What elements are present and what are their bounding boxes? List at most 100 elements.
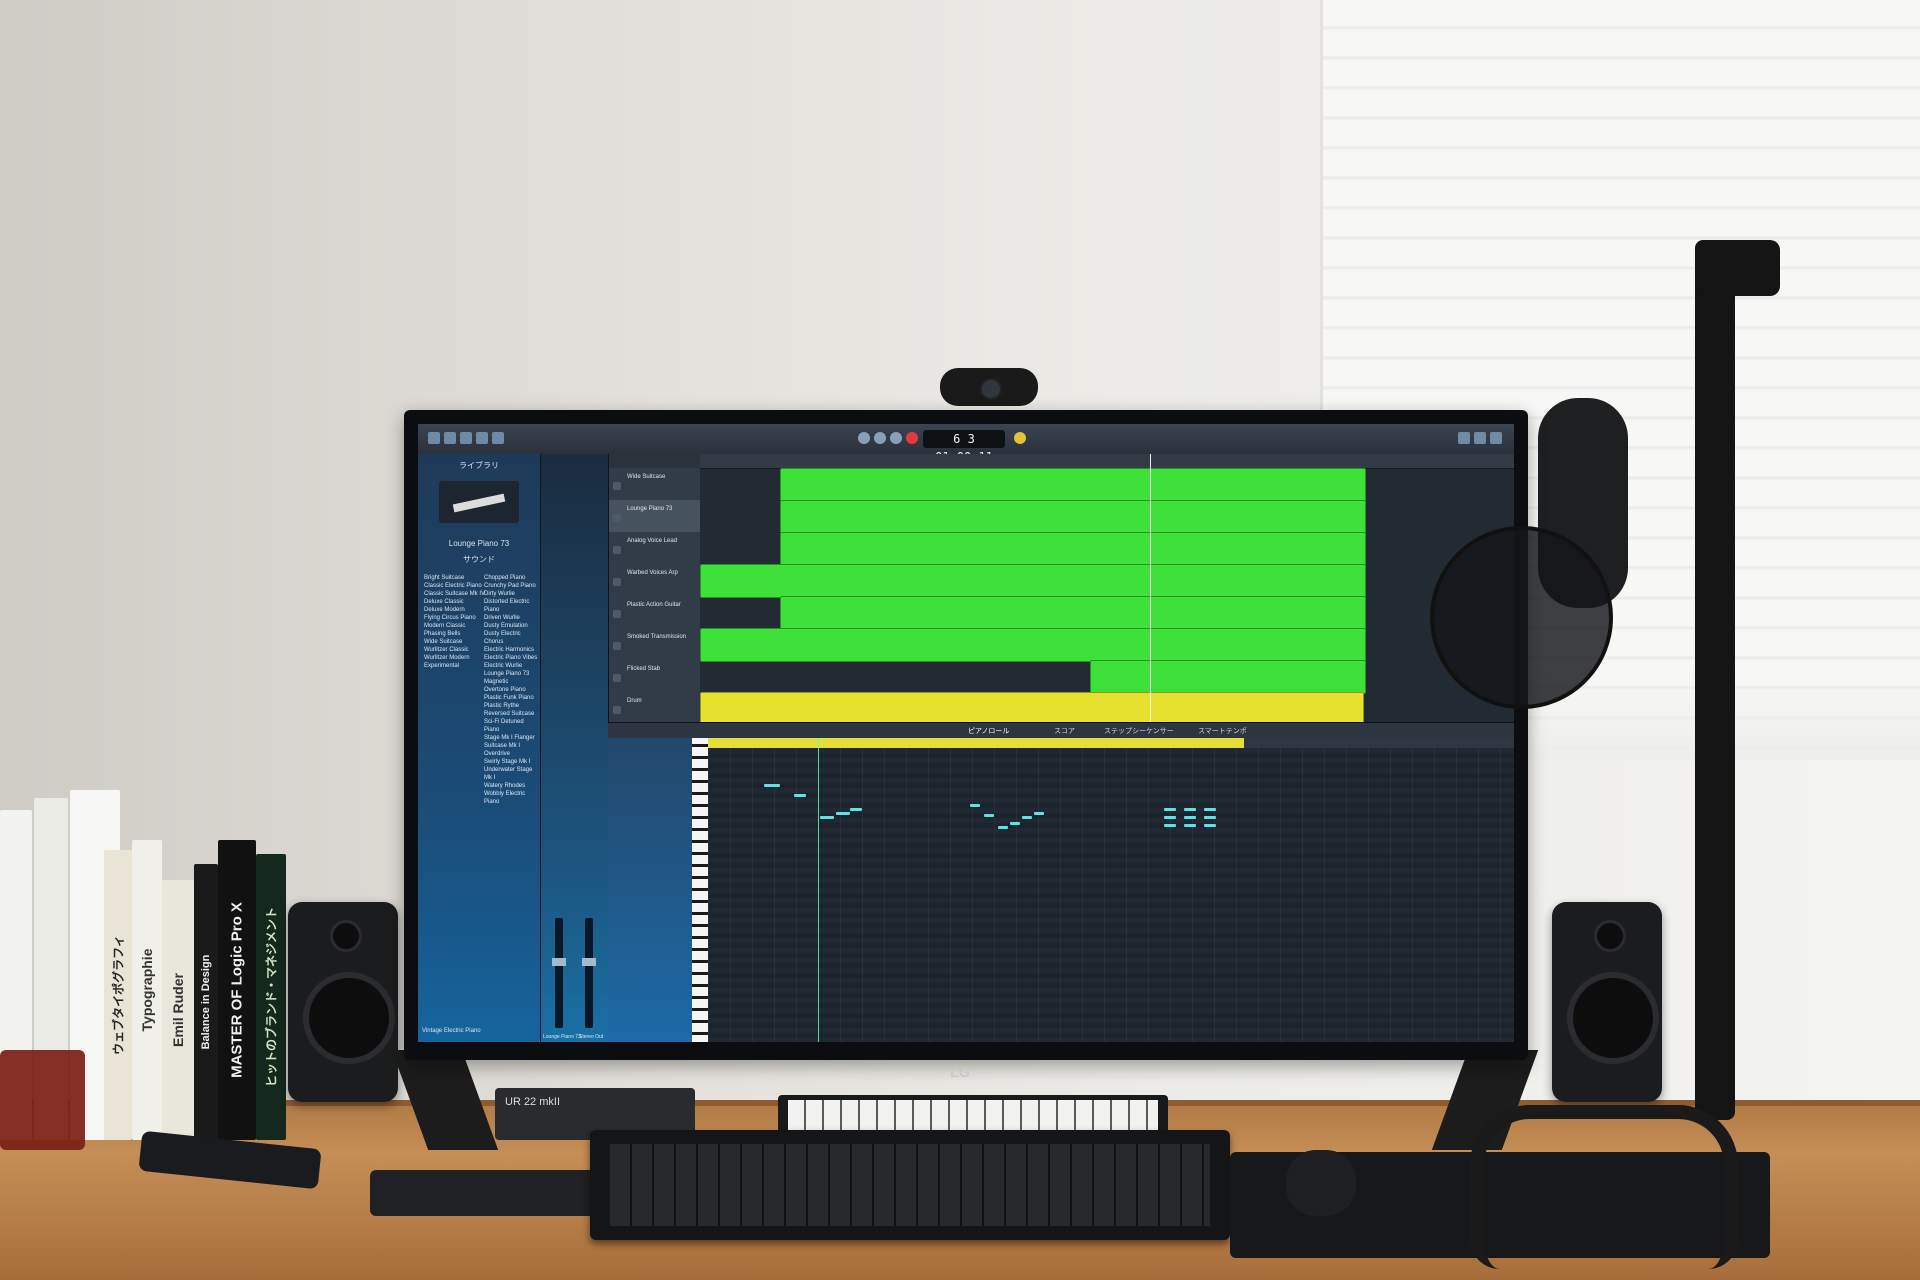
library-patch[interactable]: Swirly Stage Mk I	[484, 758, 540, 766]
tab-score[interactable]: スコア	[1054, 726, 1075, 736]
midi-note[interactable]	[1022, 816, 1032, 819]
library-patch[interactable]: Sci-Fi Detuned Piano	[484, 718, 540, 734]
library-patch[interactable]: Magnetic	[484, 678, 540, 686]
midi-note[interactable]	[1164, 824, 1176, 827]
book-4: Balance in Design	[194, 864, 218, 1140]
rewind-button[interactable]	[858, 432, 870, 444]
midi-note[interactable]	[850, 808, 862, 811]
track-header[interactable]: Warbed Voices Arp	[609, 564, 701, 599]
library-patch[interactable]: Wobbly Electric Piano	[484, 790, 540, 806]
track-header[interactable]: Analog Voice Lead	[609, 532, 701, 567]
library-patch[interactable]: Crunchy Pad Piano	[484, 582, 540, 590]
loop-browser-icon[interactable]	[1490, 432, 1502, 444]
library-patch[interactable]: Lounge Piano 73	[484, 670, 540, 678]
library-patch[interactable]: Stage Mk I Flanger	[484, 734, 540, 742]
midi-note[interactable]	[1164, 816, 1176, 819]
region[interactable]	[1090, 660, 1366, 694]
region[interactable]	[780, 532, 1366, 566]
library-patch[interactable]: Underwater Stage Mk I	[484, 766, 540, 782]
track-name: Lounge Piano 73	[627, 506, 673, 512]
arrange-area[interactable]	[700, 454, 1514, 722]
library-patch[interactable]: Chopped Piano	[484, 574, 540, 582]
toolbar-icon[interactable]	[476, 432, 488, 444]
region[interactable]	[700, 628, 1366, 662]
library-patch[interactable]: Electric Wurlie	[484, 662, 540, 670]
region[interactable]	[780, 500, 1366, 534]
tab-smart-tempo[interactable]: スマートテンポ	[1198, 726, 1247, 736]
record-button[interactable]	[906, 432, 918, 444]
midi-note[interactable]	[1184, 816, 1196, 819]
library-patch[interactable]: Distorted Electric Piano	[484, 598, 540, 614]
track-header[interactable]: Smoked Transmission	[609, 628, 701, 663]
library-patch[interactable]: Plastic Rythe	[484, 702, 540, 710]
midi-note[interactable]	[1164, 808, 1176, 811]
library-patch[interactable]: Dusty Electric Chorus	[484, 630, 540, 646]
library-category[interactable]: Flying Circus Piano	[424, 614, 485, 622]
tab-step-sequencer[interactable]: ステップシーケンサー	[1104, 726, 1174, 736]
midi-note[interactable]	[998, 826, 1008, 829]
midi-note[interactable]	[1010, 822, 1020, 825]
piano-keyboard[interactable]	[692, 738, 708, 1042]
midi-note[interactable]	[1204, 824, 1216, 827]
library-category[interactable]: Classic Electric Piano	[424, 582, 485, 590]
smart-controls-icon[interactable]	[492, 432, 504, 444]
library-category[interactable]: Deluxe Classic	[424, 598, 485, 606]
cycle-range[interactable]	[708, 738, 1244, 748]
region[interactable]	[780, 596, 1366, 630]
library-category[interactable]: Modern Classic	[424, 622, 485, 630]
library-patch[interactable]: Suitcase Mk I Overdrive	[484, 742, 540, 758]
library-category[interactable]: Phasing Bells	[424, 630, 485, 638]
region[interactable]	[780, 468, 1366, 502]
region[interactable]	[700, 564, 1366, 598]
library-icon[interactable]	[428, 432, 440, 444]
channel-fader-a[interactable]	[552, 918, 566, 1028]
library-patch[interactable]: Overtone Piano	[484, 686, 540, 694]
library-patch[interactable]: Driven Wurlie	[484, 614, 540, 622]
track-header[interactable]: Flicked Stab	[609, 660, 701, 695]
region[interactable]	[700, 692, 1364, 722]
library-patch[interactable]: Reversed Suitcase	[484, 710, 540, 718]
midi-note[interactable]	[1184, 808, 1196, 811]
midi-note[interactable]	[1034, 812, 1044, 815]
midi-note[interactable]	[794, 794, 806, 797]
midi-note[interactable]	[970, 804, 980, 807]
library-category[interactable]: Deluxe Modern	[424, 606, 485, 614]
channel-fader-b[interactable]	[582, 918, 596, 1028]
library-category[interactable]: Experimental	[424, 662, 485, 670]
library-category[interactable]: Wurlitzer Modern	[424, 654, 485, 662]
cycle-button[interactable]	[1014, 432, 1026, 444]
piano-roll-grid[interactable]	[708, 738, 1514, 1042]
help-icon[interactable]	[460, 432, 472, 444]
library-patch[interactable]: Plastic Funk Piano	[484, 694, 540, 702]
track-header[interactable]: Wide Suitcase	[609, 468, 701, 503]
library-category[interactable]: Bright Suitcase	[424, 574, 485, 582]
track-icon	[613, 706, 621, 714]
library-patch[interactable]: Dusty Emulation	[484, 622, 540, 630]
piano-roll-playhead[interactable]	[818, 738, 819, 1042]
midi-note[interactable]	[836, 812, 850, 815]
library-patch[interactable]: Watery Rhodes	[484, 782, 540, 790]
tab-piano-roll[interactable]: ピアノロール	[968, 726, 1009, 736]
midi-note[interactable]	[1204, 808, 1216, 811]
library-category[interactable]: Classic Suitcase Mk IV	[424, 590, 485, 598]
lists-icon[interactable]	[1458, 432, 1470, 444]
library-patch[interactable]: Electric Piano Vibes	[484, 654, 540, 662]
library-category[interactable]: Wurlitzer Classic	[424, 646, 485, 654]
notepad-icon[interactable]	[1474, 432, 1486, 444]
midi-note[interactable]	[984, 814, 994, 817]
midi-note[interactable]	[1204, 816, 1216, 819]
midi-note[interactable]	[1184, 824, 1196, 827]
track-header[interactable]: Lounge Piano 73	[609, 500, 701, 535]
midi-note[interactable]	[764, 784, 780, 787]
library-patch[interactable]: Dirty Wurlie	[484, 590, 540, 598]
info-icon[interactable]	[444, 432, 456, 444]
timeline-ruler[interactable]	[700, 454, 1514, 469]
forward-button[interactable]	[874, 432, 886, 444]
library-patch[interactable]: Electric Harmonics	[484, 646, 540, 654]
stop-button[interactable]	[890, 432, 902, 444]
pop-filter	[1430, 526, 1613, 709]
playhead[interactable]	[1150, 454, 1151, 722]
midi-note[interactable]	[820, 816, 834, 819]
track-header[interactable]: Plastic Action Guitar	[609, 596, 701, 631]
library-category[interactable]: Wide Suitcase	[424, 638, 485, 646]
